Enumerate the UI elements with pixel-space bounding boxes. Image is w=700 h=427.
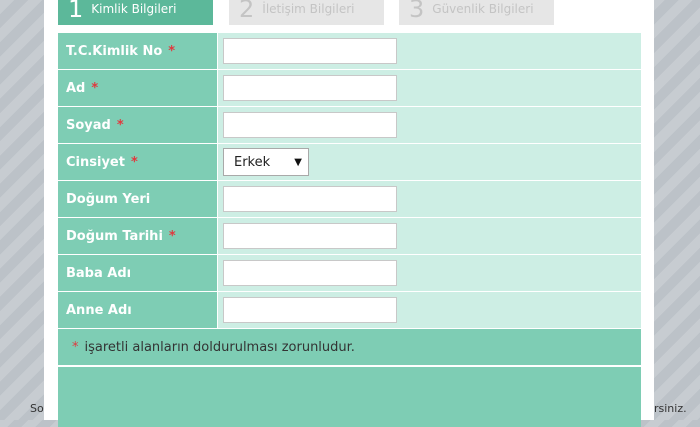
form-row-anne-adi: Anne Adı xyxy=(58,292,641,329)
form-row-dogum-tarihi: Doğum Tarihi * xyxy=(58,218,641,255)
field-label: T.C.Kimlik No * xyxy=(58,33,218,69)
form-footer-area xyxy=(58,367,641,427)
form-row-ad: Ad * xyxy=(58,70,641,107)
required-marker: * xyxy=(130,154,138,170)
field-label: Soyad * xyxy=(58,107,218,143)
step-number: 2 xyxy=(239,0,255,23)
dogum-yeri-input[interactable] xyxy=(223,186,397,212)
note-text: işaretli alanların doldurulması zorunlud… xyxy=(84,339,355,355)
anne-adi-input[interactable] xyxy=(223,297,397,323)
field-label: Anne Adı xyxy=(58,292,218,328)
field-label: Doğum Yeri xyxy=(58,181,218,217)
required-marker: * xyxy=(116,117,124,133)
soyad-input[interactable] xyxy=(223,112,397,138)
select-value: Erkek xyxy=(234,154,271,170)
step-number: 1 xyxy=(68,0,84,23)
step-tab-identity[interactable]: 1 Kimlik Bilgileri xyxy=(58,0,213,25)
background-text-right: rsiniz. xyxy=(654,402,687,415)
required-marker: * xyxy=(91,80,99,96)
dropdown-arrow-icon: ▼ xyxy=(294,156,302,168)
field-label: Baba Adı xyxy=(58,255,218,291)
cinsiyet-select[interactable]: Erkek ▼ xyxy=(223,148,309,176)
step-number: 3 xyxy=(409,0,425,23)
field-label: Doğum Tarihi * xyxy=(58,218,218,254)
form-row-cinsiyet: Cinsiyet * Erkek ▼ xyxy=(58,144,641,181)
step-tab-contact[interactable]: 2 İletişim Bilgileri xyxy=(229,0,384,25)
step-label: İletişim Bilgileri xyxy=(262,1,355,16)
step-tab-security[interactable]: 3 Güvenlik Bilgileri xyxy=(399,0,554,25)
identity-form: T.C.Kimlik No * Ad * Soyad * Cinsiyet * Erke… xyxy=(58,33,641,427)
registration-modal: 1 Kimlik Bilgileri 2 İletişim Bilgileri … xyxy=(44,0,654,427)
step-label: Kimlik Bilgileri xyxy=(91,1,177,16)
tc-kimlik-no-input[interactable] xyxy=(223,38,397,64)
field-label: Cinsiyet * xyxy=(58,144,218,180)
step-label: Güvenlik Bilgileri xyxy=(432,1,534,16)
background-text-left: So xyxy=(30,402,44,415)
required-marker: * xyxy=(168,43,176,59)
form-row-soyad: Soyad * xyxy=(58,107,641,144)
required-fields-note: * işaretli alanların doldurulması zorunl… xyxy=(58,329,641,365)
form-row-baba-adi: Baba Adı xyxy=(58,255,641,292)
form-row-dogum-yeri: Doğum Yeri xyxy=(58,181,641,218)
step-tabs: 1 Kimlik Bilgileri 2 İletişim Bilgileri … xyxy=(58,0,648,26)
field-label: Ad * xyxy=(58,70,218,106)
form-row-tc-kimlik-no: T.C.Kimlik No * xyxy=(58,33,641,70)
required-marker: * xyxy=(168,228,176,244)
baba-adi-input[interactable] xyxy=(223,260,397,286)
dogum-tarihi-input[interactable] xyxy=(223,223,397,249)
ad-input[interactable] xyxy=(223,75,397,101)
required-marker: * xyxy=(72,339,79,355)
